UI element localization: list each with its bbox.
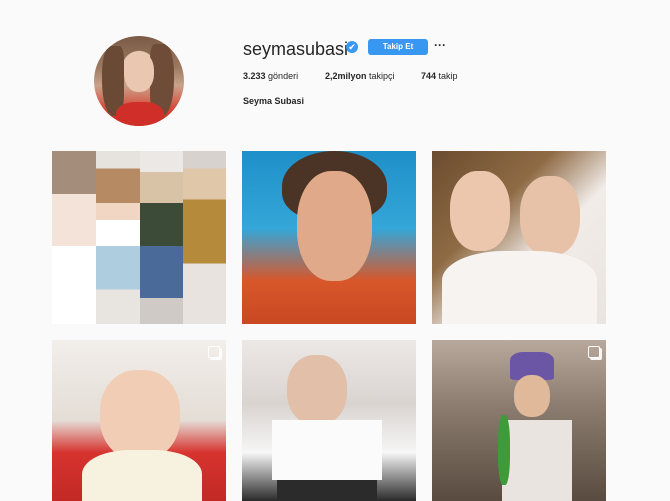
followers-count: 2,2milyon	[325, 71, 367, 81]
multiple-photos-icon	[588, 346, 600, 358]
photo-region	[272, 420, 382, 480]
post-thumbnail[interactable]	[52, 340, 226, 501]
following-label: takip	[438, 71, 458, 81]
post-thumbnail[interactable]	[242, 340, 416, 501]
posts-label: gönderi	[268, 71, 299, 81]
stat-posts: 3.233 gönderi	[243, 71, 298, 81]
post-thumbnail[interactable]	[432, 151, 606, 324]
photo-region	[100, 370, 180, 460]
photo-region	[498, 415, 510, 485]
stat-following[interactable]: 744 takip	[421, 71, 458, 81]
photo-region	[502, 420, 572, 501]
photo-region	[450, 171, 510, 251]
photo-region	[514, 375, 550, 417]
photo-region	[277, 480, 377, 501]
avatar-top	[116, 102, 164, 126]
posts-count: 3.233	[243, 71, 266, 81]
multiple-photos-icon	[208, 346, 220, 358]
photo-region	[520, 176, 580, 256]
verified-badge-icon: ✔	[346, 41, 358, 53]
posts-grid	[52, 151, 606, 501]
post-thumbnail[interactable]	[432, 340, 606, 501]
profile-header: seymasubasi ✔ Takip Et ··· 3.233 gönderi…	[0, 0, 670, 140]
avatar-face	[124, 52, 154, 92]
photo-region	[297, 171, 372, 281]
photo-region	[442, 251, 597, 324]
photo-region	[287, 355, 347, 425]
stat-followers[interactable]: 2,2milyon takipçi	[325, 71, 395, 81]
followers-label: takipçi	[369, 71, 395, 81]
profile-username: seymasubasi	[243, 39, 349, 59]
follow-button[interactable]: Takip Et	[368, 39, 428, 55]
profile-avatar[interactable]	[94, 36, 184, 126]
photo-region	[52, 151, 96, 324]
photo-region	[82, 450, 202, 501]
following-count: 744	[421, 71, 437, 81]
photo-region	[140, 151, 183, 324]
post-thumbnail[interactable]	[242, 151, 416, 324]
photo-region	[183, 151, 226, 324]
more-options-icon[interactable]: ···	[434, 39, 446, 53]
post-thumbnail[interactable]	[52, 151, 226, 324]
photo-region	[96, 151, 140, 324]
profile-full-name: Seyma Subasi	[243, 96, 305, 106]
